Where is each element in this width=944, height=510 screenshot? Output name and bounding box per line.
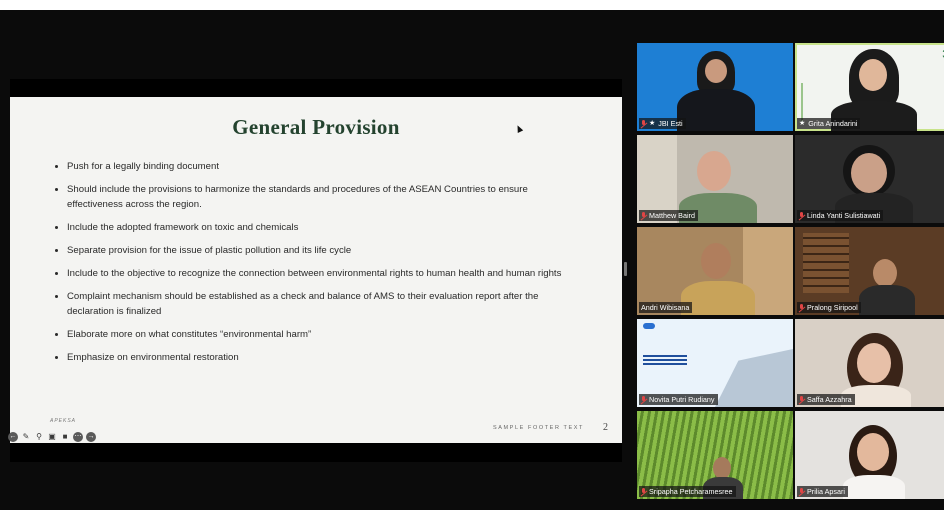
participant-tile[interactable]: 3 ★Grita Anindarini [795,43,944,131]
participant-name-label: ★ Grita Anindarini [797,118,861,129]
bullet-item: Emphasize on environmental restoration [54,350,584,365]
bullet-item: Include to the objective to recognize th… [54,266,584,281]
participant-name-label: ★ JBI Esti [639,118,686,129]
camera-icon[interactable]: ■ [60,432,70,442]
presentation-slide: General Provision Push for a legally bin… [8,97,622,443]
face [857,343,891,383]
bullet-item: Elaborate more on what constitutes “envi… [54,327,584,342]
participant-name-label: Matthew Baird [639,210,698,221]
bullet-item: Complaint mechanism should be establishe… [54,289,584,319]
bullet-item: Push for a legally binding document [54,159,584,174]
torso [677,89,755,131]
bullet-item: Should include the provisions to harmoni… [54,182,584,212]
slide-footer: SAMPLE FOOTER TEXT [492,425,584,431]
pin-icon: ★ [799,120,806,127]
face [701,243,731,279]
participant-name-label: Saffa Azzahra [797,394,855,405]
participant-name-label: Prilia Apsari [797,486,848,497]
next-slide-icon[interactable]: → [86,432,96,442]
muted-mic-icon [641,396,646,403]
shared-screen: General Provision Push for a legally bin… [8,79,622,462]
participant-tile[interactable]: Saffa Azzahra [795,319,944,407]
bullet-item: Separate provision for the issue of plas… [54,243,584,258]
torso [859,285,915,315]
face [859,59,887,91]
pen-icon[interactable]: ✎ [21,432,31,442]
participant-tile[interactable]: Andri Wibisana [637,227,793,315]
slide-page-number: 2 [603,422,608,433]
more-icon[interactable]: ⋯ [73,432,83,442]
participant-name-label: Andri Wibisana [639,302,693,313]
bullet-item: Include the adopted framework on toxic a… [54,220,584,235]
face [713,457,731,479]
pin-icon: ★ [649,120,656,127]
participant-name-label: Linda Yanti Sulistiawati [797,210,884,221]
participant-tile[interactable]: Pralong Siripool [795,227,944,315]
muted-mic-icon [641,212,646,219]
participant-tile[interactable]: Linda Yanti Sulistiawati [795,135,944,223]
participant-video [801,83,831,123]
muted-mic-icon [799,396,804,403]
participant-tile[interactable]: Prilia Apsari [795,411,944,499]
logo-mark [643,323,655,329]
participant-name-label: Sripapha Petcharamesree [639,486,736,497]
participant-tile[interactable]: Sripapha Petcharamesree [637,411,793,499]
face [705,59,727,83]
participant-name-label: Pralong Siripool [797,302,861,313]
resize-handle[interactable] [624,262,627,276]
presenter-toolbar: ← ✎ ⚲ ▣ ■ ⋯ → [8,432,96,442]
muted-mic-icon [799,488,804,495]
torso [843,475,905,499]
slide-brand: APEKSA [50,418,77,424]
face [873,259,897,287]
top-bar [0,0,944,10]
face [857,433,889,471]
subtitles-icon[interactable]: ▣ [47,432,57,442]
muted-mic-icon [641,488,646,495]
participant-tile[interactable]: Novita Putri Rudiany [637,319,793,407]
face [851,153,887,193]
participant-tile[interactable]: Matthew Baird [637,135,793,223]
prev-slide-icon[interactable]: ← [8,432,18,442]
bookshelf [803,233,849,293]
muted-mic-icon [799,212,804,219]
participant-name-label: Novita Putri Rudiany [639,394,718,405]
participant-tile[interactable]: ★ JBI Esti [637,43,793,131]
bullet-list: Push for a legally binding document Shou… [54,159,584,373]
face [697,151,731,191]
banner-title-lines [643,353,687,365]
muted-mic-icon [799,304,804,311]
slide-title: General Provision [232,115,400,139]
muted-mic-icon [641,120,646,127]
building-image [715,349,793,407]
zoom-icon[interactable]: ⚲ [34,432,44,442]
